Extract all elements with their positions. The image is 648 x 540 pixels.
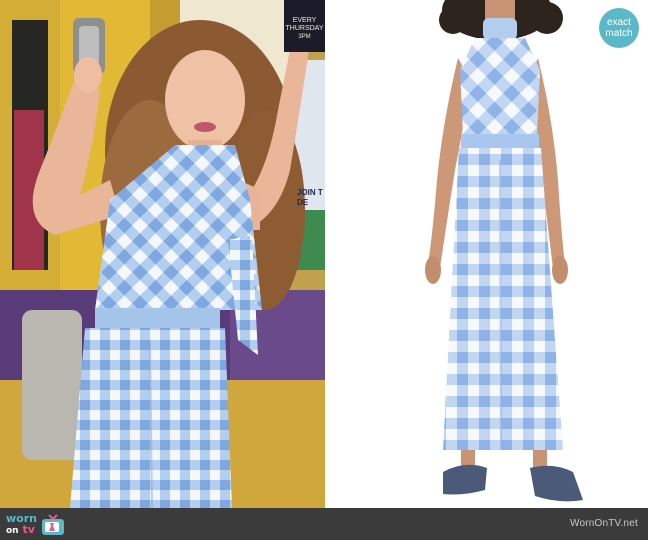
jumpsuit-product-illustration [425,0,583,502]
logo-text: worn on tv [6,513,37,537]
side-poster-line-2: DE [297,198,309,207]
logo-on-part: on [6,526,19,536]
watermark: WornOnTV.net [570,518,638,529]
footer-bar: worn on tv WornOnTV.net [0,508,648,540]
side-poster: JOIN T DE [297,188,325,218]
logo-on-tv-text: on tv [6,524,37,537]
side-poster-line-1: JOIN T [297,188,323,197]
poster-line-2: 3PM [298,34,311,40]
wornontv-logo[interactable]: worn on tv [6,512,65,538]
tv-icon [41,514,64,535]
product-photo [325,0,648,508]
exact-match-badge: exact match [599,8,639,48]
logo-tv-part: tv [22,523,35,536]
badge-line-1: exact [607,17,631,28]
event-poster: EVERY THURSDAY 3PM [284,0,325,52]
tv-still-photo: EVERY THURSDAY 3PM JOIN T DE [0,0,325,508]
scene-illustration [0,0,325,508]
poster-line-1: EVERY THURSDAY [285,17,324,32]
badge-line-2: match [605,28,633,39]
